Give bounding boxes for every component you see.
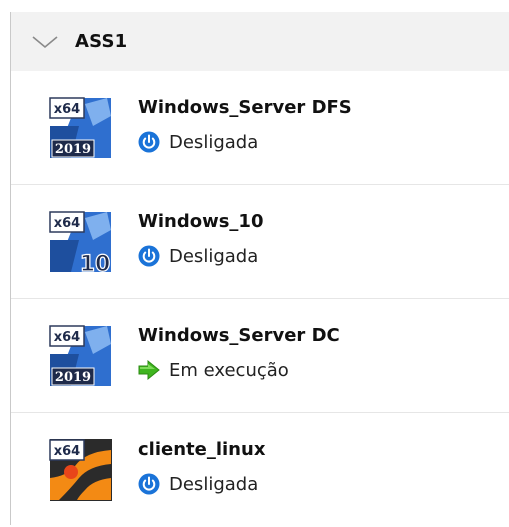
group-title: ASS1 <box>75 31 128 52</box>
vm-list-item[interactable]: x64 2019 Windows_Server DFS Desligada <box>11 71 509 185</box>
vm-name: Windows_Server DC <box>138 325 340 346</box>
chevron-down-icon[interactable] <box>31 32 61 52</box>
windows-server-2019-os-icon: x64 2019 <box>49 96 113 160</box>
running-arrow-icon <box>138 359 160 381</box>
power-icon <box>138 473 160 495</box>
vm-list-item[interactable]: x64 10 Windows_10 Desligada <box>11 185 509 299</box>
linux-os-icon: x64 <box>49 438 113 502</box>
power-icon <box>138 245 160 267</box>
vm-status: Desligada <box>138 245 258 267</box>
vm-status: Em execução <box>138 359 289 381</box>
vm-status: Desligada <box>138 131 258 153</box>
os-arch-label: x64 <box>54 444 80 459</box>
os-badge-label: 10 <box>80 252 111 274</box>
vm-status-text: Desligada <box>169 245 259 267</box>
vm-status-text: Em execução <box>169 359 289 381</box>
group-header[interactable]: ASS1 <box>11 12 509 71</box>
vm-status-text: Desligada <box>169 473 259 495</box>
vm-name: Windows_Server DFS <box>138 97 352 118</box>
vm-name: Windows_10 <box>138 211 264 232</box>
vm-status-text: Desligada <box>169 131 259 153</box>
os-arch-label: x64 <box>54 330 80 345</box>
vm-list-item[interactable]: x64 2019 Windows_Server DC Em execução <box>11 299 509 413</box>
os-badge-label: 2019 <box>55 370 91 385</box>
vm-status: Desligada <box>138 473 258 495</box>
os-arch-label: x64 <box>54 102 80 117</box>
windows-server-2019-os-icon: x64 2019 <box>49 324 113 388</box>
vm-list-item[interactable]: x64 cliente_linux Desligada <box>11 413 509 527</box>
os-arch-label: x64 <box>54 216 80 231</box>
vm-list-panel: ASS1 x64 2019 Windows_Server DFS Desliga… <box>10 12 509 525</box>
os-badge-label: 2019 <box>55 142 91 157</box>
vm-name: cliente_linux <box>138 439 266 460</box>
power-icon <box>138 131 160 153</box>
windows-10-os-icon: x64 10 <box>49 210 113 278</box>
